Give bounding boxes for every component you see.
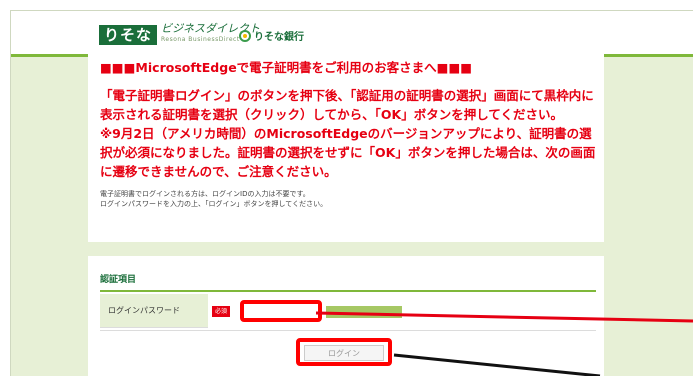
password-label: ログインパスワード <box>100 294 208 328</box>
instruction-line: ログインパスワードを入力の上、「ログイン」ボタンを押してください。 <box>100 200 328 208</box>
auth-panel: 認証項目 ログインパスワード 必須 ログイン <box>88 256 604 376</box>
notice-line: ※9月2日（アメリカ時間）のMicrosoftEdgeのバージョンアップにより、… <box>100 126 592 141</box>
brand-subtitle: Resona BusinessDirect <box>161 36 240 43</box>
required-badge: 必須 <box>212 306 230 317</box>
login-password-input[interactable] <box>240 300 322 322</box>
notice-line: 「電子証明書ログイン」のボタンを押下後、「認証用の証明書の選択」画面にて黒枠内に <box>100 88 594 103</box>
login-button-label: ログイン <box>304 345 384 361</box>
login-instructions: 電子証明書でログインされる方は、ログインIDの入力は不要です。 ログインパスワー… <box>100 189 592 209</box>
resona-logo: りそな <box>99 25 158 45</box>
login-button[interactable]: ログイン <box>296 338 392 366</box>
section-divider <box>100 290 596 292</box>
input-hint-strip <box>326 306 402 318</box>
row-divider <box>100 330 596 331</box>
notice-title: ■■■MicrosoftEdgeで電子証明書をご利用のお客さまへ■■■ <box>100 60 473 75</box>
password-row: ログインパスワード 必須 <box>100 294 596 328</box>
notice-line: 択が必須になりました。証明書の選択をせずに「OK」ボタンを押した場合は、次の画面 <box>100 145 596 160</box>
bank-name: りそな銀行 <box>254 32 304 43</box>
edge-notice: ■■■MicrosoftEdgeで電子証明書をご利用のお客さまへ■■■ 「電子証… <box>88 54 604 242</box>
header: りそな ビジネスダイレクト Resona BusinessDirect りそな銀… <box>11 11 693 57</box>
bank-logo: りそな銀行 <box>239 28 304 43</box>
auth-section-title: 認証項目 <box>100 275 137 285</box>
notice-line: に遷移できませんので、ご注意ください。 <box>100 164 337 179</box>
notice-line: 表示される証明書を選択（クリック）してから、「OK」ボタンを押してください。 <box>100 107 563 122</box>
instruction-line: 電子証明書でログインされる方は、ログインIDの入力は不要です。 <box>100 190 310 198</box>
resona-mark-icon <box>239 29 251 42</box>
